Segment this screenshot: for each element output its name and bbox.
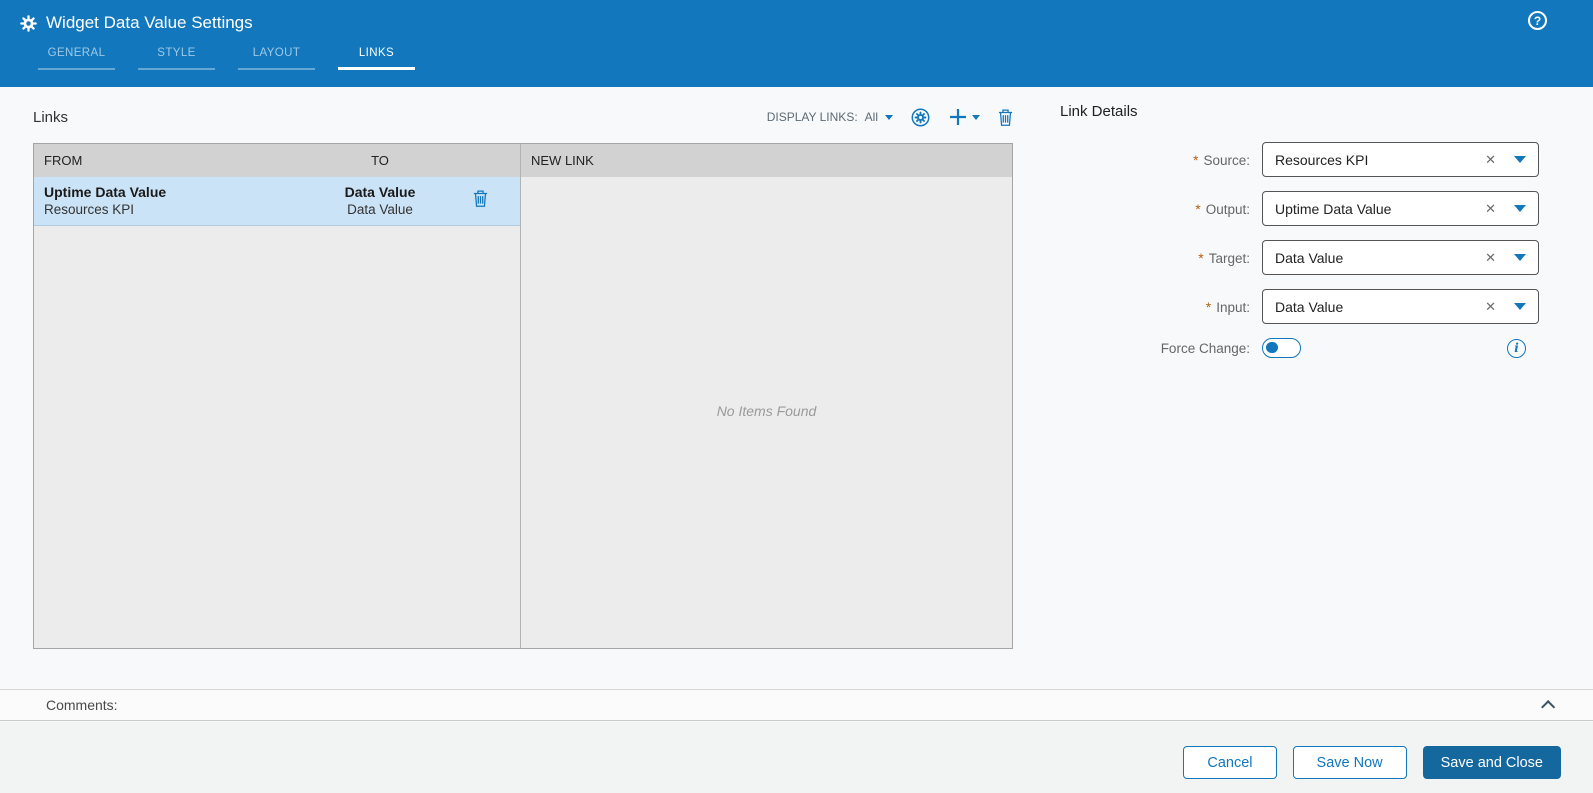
trash-icon [998,109,1013,126]
new-link-body: No Items Found [521,177,1012,648]
links-section: Links DISPLAY LINKS: All FROM TO Uptime … [33,103,1013,649]
clear-icon[interactable]: ✕ [1485,201,1496,217]
column-header-from: FROM [44,153,83,168]
input-label: * Input: [1205,298,1250,315]
form-row-input: * Input: Data Value ✕ [1060,289,1560,324]
tab-links[interactable]: LINKS [338,47,415,70]
footer-actions: Cancel Save Now Save and Close [0,722,1593,793]
required-marker: * [1205,298,1212,315]
dialog-header: Widget Data Value Settings ? GENERAL STY… [0,0,1593,87]
chevron-down-icon[interactable] [1514,156,1526,163]
gear-circle-icon [911,108,930,127]
title-row: Widget Data Value Settings [0,0,1593,33]
input-value: Data Value [1275,298,1344,315]
widget-settings-dialog: Widget Data Value Settings ? GENERAL STY… [0,0,1593,793]
output-label: * Output: [1195,200,1250,217]
target-dropdown[interactable]: Data Value ✕ [1262,240,1539,275]
tab-bar: GENERAL STYLE LAYOUT LINKS [38,47,415,70]
tab-style[interactable]: STYLE [138,47,215,70]
link-details-form: * Source: Resources KPI ✕ * Output: Uptime… [1060,142,1560,358]
info-circle-icon[interactable]: i [1507,338,1526,358]
target-value: Data Value [1275,249,1344,266]
display-links-label: DISPLAY LINKS: [766,110,858,124]
add-link-button[interactable] [948,107,980,127]
display-links-value: All [864,110,878,124]
target-label: * Target: [1198,249,1250,266]
link-from-widget: Uptime Data Value [44,184,167,200]
links-table-body: Uptime Data Value Resources KPI Data Val… [34,177,520,648]
empty-state-text: No Items Found [716,403,817,420]
main-content: Links DISPLAY LINKS: All FROM TO Uptime … [0,87,1593,689]
required-marker: * [1198,249,1204,266]
chevron-down-icon[interactable] [1514,254,1526,261]
column-header-to: TO [371,153,389,168]
auto-link-button[interactable] [911,108,930,127]
cancel-button[interactable]: Cancel [1183,746,1277,779]
link-details-section: Link Details * Source: Resources KPI ✕ * O… [1060,103,1560,358]
clear-icon[interactable]: ✕ [1485,152,1496,168]
link-details-title: Link Details [1060,103,1138,120]
column-header-new-link: NEW LINK [531,153,594,168]
comments-label: Comments: [46,697,118,713]
links-table-header: FROM TO [34,144,520,177]
display-links-filter[interactable]: DISPLAY LINKS: All [767,110,893,124]
force-change-label: Force Change: [1160,340,1250,356]
chevron-up-icon[interactable] [1541,700,1556,715]
links-section-title: Links [33,108,69,126]
source-value: Resources KPI [1275,151,1369,168]
form-row-force-change: Force Change: i [1060,338,1560,358]
output-value: Uptime Data Value [1275,200,1392,217]
required-marker: * [1195,200,1201,217]
source-dropdown[interactable]: Resources KPI ✕ [1262,142,1539,177]
link-from-source: Resources KPI [44,202,135,217]
gear-icon [20,14,37,32]
required-marker: * [1193,151,1199,168]
source-label: * Source: [1193,151,1250,168]
chevron-down-icon[interactable] [1514,303,1526,310]
comments-bar: Comments: [0,689,1593,721]
tab-layout[interactable]: LAYOUT [238,47,315,70]
link-to-target: Data Value [347,202,413,217]
output-dropdown[interactable]: Uptime Data Value ✕ [1262,191,1539,226]
delete-link-button[interactable] [998,109,1013,126]
plus-icon [948,107,968,127]
clear-icon[interactable]: ✕ [1485,250,1496,266]
chevron-down-icon[interactable] [1514,205,1526,212]
save-and-close-button[interactable]: Save and Close [1422,746,1561,779]
clear-icon[interactable]: ✕ [1485,299,1496,315]
new-link-panel: NEW LINK No Items Found [521,144,1012,648]
dialog-title: Widget Data Value Settings [46,13,253,32]
chevron-down-icon [885,114,893,120]
link-to-cell: Data Value Data Value [320,184,440,218]
link-row-selected[interactable]: Uptime Data Value Resources KPI Data Val… [34,177,520,226]
links-header: Links DISPLAY LINKS: All [33,103,1013,131]
chevron-down-icon [972,114,980,120]
tab-general[interactable]: GENERAL [38,47,115,70]
existing-links-panel: FROM TO Uptime Data Value Resources KPI … [34,144,521,648]
links-table: FROM TO Uptime Data Value Resources KPI … [33,143,1013,649]
form-row-source: * Source: Resources KPI ✕ [1060,142,1560,177]
form-row-output: * Output: Uptime Data Value ✕ [1060,191,1560,226]
save-now-button[interactable]: Save Now [1292,746,1407,779]
force-change-toggle[interactable] [1262,338,1301,358]
link-from-cell: Uptime Data Value Resources KPI [34,184,320,218]
input-dropdown[interactable]: Data Value ✕ [1262,289,1539,324]
links-toolbar: DISPLAY LINKS: All [767,107,1013,127]
form-row-target: * Target: Data Value ✕ [1060,240,1560,275]
toggle-knob [1266,341,1278,354]
trash-icon[interactable] [473,190,488,207]
link-to-widget: Data Value [344,184,416,200]
new-link-header: NEW LINK [521,144,1012,177]
help-circle-icon[interactable]: ? [1528,11,1547,30]
link-row-actions [440,190,520,212]
